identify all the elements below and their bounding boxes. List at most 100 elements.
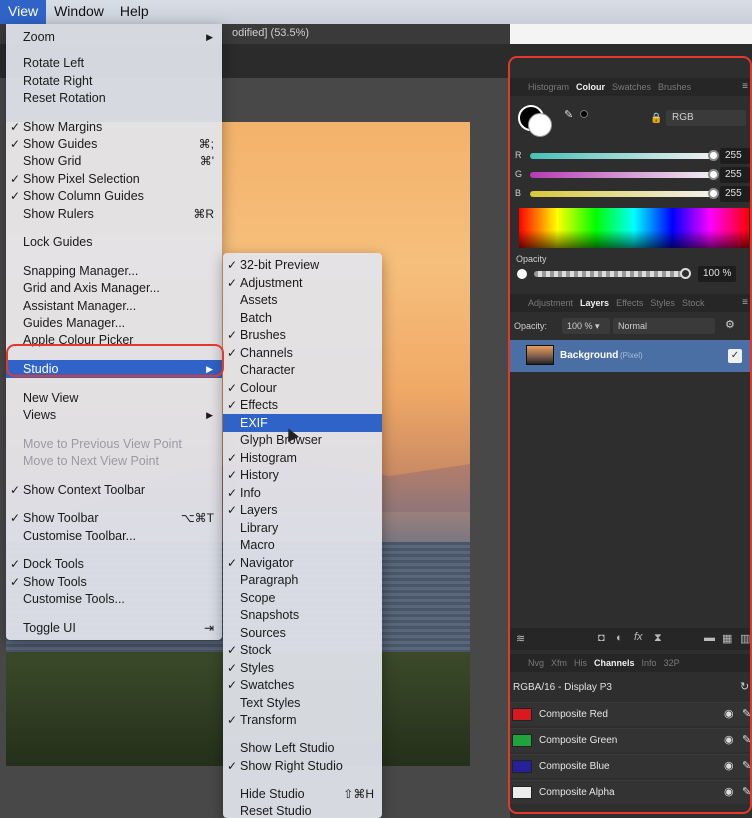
menu-item-show-pixel-selection[interactable]: ✓ Show Pixel Selection (6, 170, 222, 188)
studio-item-transform[interactable]: ✓ Transform (223, 711, 382, 729)
menu-item-assistant-manager[interactable]: Assistant Manager... (6, 297, 222, 315)
studio-item-text-styles[interactable]: Text Styles (223, 694, 382, 712)
menu-item-label: Reset Studio (240, 804, 312, 818)
menu-item-label: Guides Manager... (23, 316, 126, 330)
menu-item-rotate-left[interactable]: Rotate Left (6, 54, 222, 72)
studio-item-channels[interactable]: ✓ Channels (223, 344, 382, 362)
menu-item-label: Snapping Manager... (23, 264, 139, 278)
checkmark-icon: ✓ (227, 258, 238, 272)
checkmark-icon: ✓ (10, 120, 21, 134)
menu-item-label: Hide Studio (240, 787, 305, 801)
studio-item-brushes[interactable]: ✓ Brushes (223, 326, 382, 344)
submenu-arrow-icon: ▶ (206, 32, 213, 42)
menu-item-guides-manager[interactable]: Guides Manager... (6, 314, 222, 332)
menu-item-label: Move to Previous View Point (23, 437, 182, 451)
menu-item-show-rulers[interactable]: Show Rulers ⌘R (6, 205, 222, 223)
menu-item-lock-guides[interactable]: Lock Guides (6, 233, 222, 251)
menu-item-label: Channels (240, 346, 293, 360)
shortcut: ⌥⌘T (180, 511, 214, 525)
studio-item-effects[interactable]: ✓ Effects (223, 396, 382, 414)
studio-item-assets[interactable]: Assets (223, 291, 382, 309)
studio-item-navigator[interactable]: ✓ Navigator (223, 554, 382, 572)
menu-item-toggle-ui[interactable]: Toggle UI ⇥ (6, 619, 222, 637)
studio-item-scope[interactable]: Scope (223, 589, 382, 607)
menu-window[interactable]: Window (46, 0, 112, 24)
studio-item-library[interactable]: Library (223, 519, 382, 537)
checkmark-icon: ✓ (10, 189, 21, 203)
menu-item-label: Zoom (23, 30, 55, 44)
checkmark-icon: ✓ (227, 451, 238, 465)
menu-item-label: Show Toolbar (23, 511, 99, 525)
menu-item-grid-axis-manager[interactable]: Grid and Axis Manager... (6, 279, 222, 297)
studio-item-swatches[interactable]: ✓ Swatches (223, 676, 382, 694)
submenu-arrow-icon: ▶ (206, 410, 213, 420)
studio-item-info[interactable]: ✓ Info (223, 484, 382, 502)
checkmark-icon: ✓ (10, 137, 21, 151)
studio-item-snapshots[interactable]: Snapshots (223, 606, 382, 624)
studio-item-paragraph[interactable]: Paragraph (223, 571, 382, 589)
menu-item-next-view-point: Move to Next View Point (6, 452, 222, 470)
menu-item-label: Lock Guides (23, 235, 93, 249)
checkmark-icon: ✓ (227, 661, 238, 675)
menu-item-show-tools[interactable]: ✓ Show Tools (6, 573, 222, 591)
shortcut: ⌘R (193, 207, 214, 221)
studio-item-layers[interactable]: ✓ Layers (223, 501, 382, 519)
studio-item-hide-studio[interactable]: Hide Studio ⇧⌘H (223, 785, 382, 803)
menu-item-dock-tools[interactable]: ✓ Dock Tools (6, 555, 222, 573)
checkmark-icon: ✓ (227, 381, 238, 395)
annotation-studio-highlight (6, 344, 224, 377)
menu-item-label: Customise Toolbar... (23, 529, 137, 543)
menu-item-label: Show Left Studio (240, 741, 335, 755)
menu-item-new-view[interactable]: New View (6, 389, 222, 407)
view-menu: Zoom ▶ Rotate Left Rotate Right Reset Rot… (6, 24, 222, 640)
menu-item-show-guides[interactable]: ✓ Show Guides ⌘; (6, 135, 222, 153)
menu-item-label: Show Column Guides (23, 189, 144, 203)
menu-item-label: Reset Rotation (23, 91, 106, 105)
studio-item-show-right-studio[interactable]: ✓ Show Right Studio (223, 757, 382, 775)
menu-item-show-toolbar[interactable]: ✓ Show Toolbar ⌥⌘T (6, 509, 222, 527)
studio-item-histogram[interactable]: ✓ Histogram (223, 449, 382, 467)
menu-item-label: Show Tools (23, 575, 87, 589)
studio-item-exif[interactable]: EXIF (223, 414, 382, 432)
menu-item-zoom[interactable]: Zoom ▶ (6, 28, 222, 46)
menu-item-show-grid[interactable]: Show Grid ⌘' (6, 152, 222, 170)
shortcut: ⌘; (198, 137, 214, 151)
menu-item-show-column-guides[interactable]: ✓ Show Column Guides (6, 187, 222, 205)
menu-item-label: Histogram (240, 451, 297, 465)
menu-item-reset-rotation[interactable]: Reset Rotation (6, 89, 222, 107)
menu-item-label: Rotate Right (23, 74, 93, 88)
menu-item-customise-toolbar[interactable]: Customise Toolbar... (6, 527, 222, 545)
menu-item-label: Styles (240, 661, 275, 675)
studio-item-sources[interactable]: Sources (223, 624, 382, 642)
menu-item-label: Rotate Left (23, 56, 85, 70)
menu-item-snapping-manager[interactable]: Snapping Manager... (6, 262, 222, 280)
menu-help[interactable]: Help (112, 0, 157, 24)
menu-item-customise-tools[interactable]: Customise Tools... (6, 590, 222, 608)
studio-item-glyph-browser[interactable]: Glyph Browser (223, 431, 382, 449)
menu-item-label: Navigator (240, 556, 294, 570)
shortcut: ⇥ (203, 621, 214, 635)
studio-item-colour[interactable]: ✓ Colour (223, 379, 382, 397)
studio-item-character[interactable]: Character (223, 361, 382, 379)
menu-item-label: Character (240, 363, 295, 377)
studio-item-32bit-preview[interactable]: ✓ 32-bit Preview (223, 256, 382, 274)
studio-item-reset-studio[interactable]: Reset Studio (223, 802, 382, 818)
studio-item-adjustment[interactable]: ✓ Adjustment (223, 274, 382, 292)
checkmark-icon: ✓ (227, 486, 238, 500)
menu-item-views[interactable]: Views ▶ (6, 406, 222, 424)
menu-item-show-margins[interactable]: ✓ Show Margins (6, 118, 222, 136)
studio-item-styles[interactable]: ✓ Styles (223, 659, 382, 677)
studio-item-show-left-studio[interactable]: Show Left Studio (223, 739, 382, 757)
checkmark-icon: ✓ (227, 346, 238, 360)
menu-item-show-context-toolbar[interactable]: ✓ Show Context Toolbar (6, 481, 222, 499)
menu-item-label: Brushes (240, 328, 286, 342)
menu-item-rotate-right[interactable]: Rotate Right (6, 72, 222, 90)
studio-item-history[interactable]: ✓ History (223, 466, 382, 484)
menu-view[interactable]: View (0, 0, 47, 24)
menu-item-label: Dock Tools (23, 557, 84, 571)
studio-item-batch[interactable]: Batch (223, 309, 382, 327)
studio-item-macro[interactable]: Macro (223, 536, 382, 554)
studio-item-stock[interactable]: ✓ Stock (223, 641, 382, 659)
menu-item-label: New View (23, 391, 79, 405)
menu-item-label: Paragraph (240, 573, 299, 587)
